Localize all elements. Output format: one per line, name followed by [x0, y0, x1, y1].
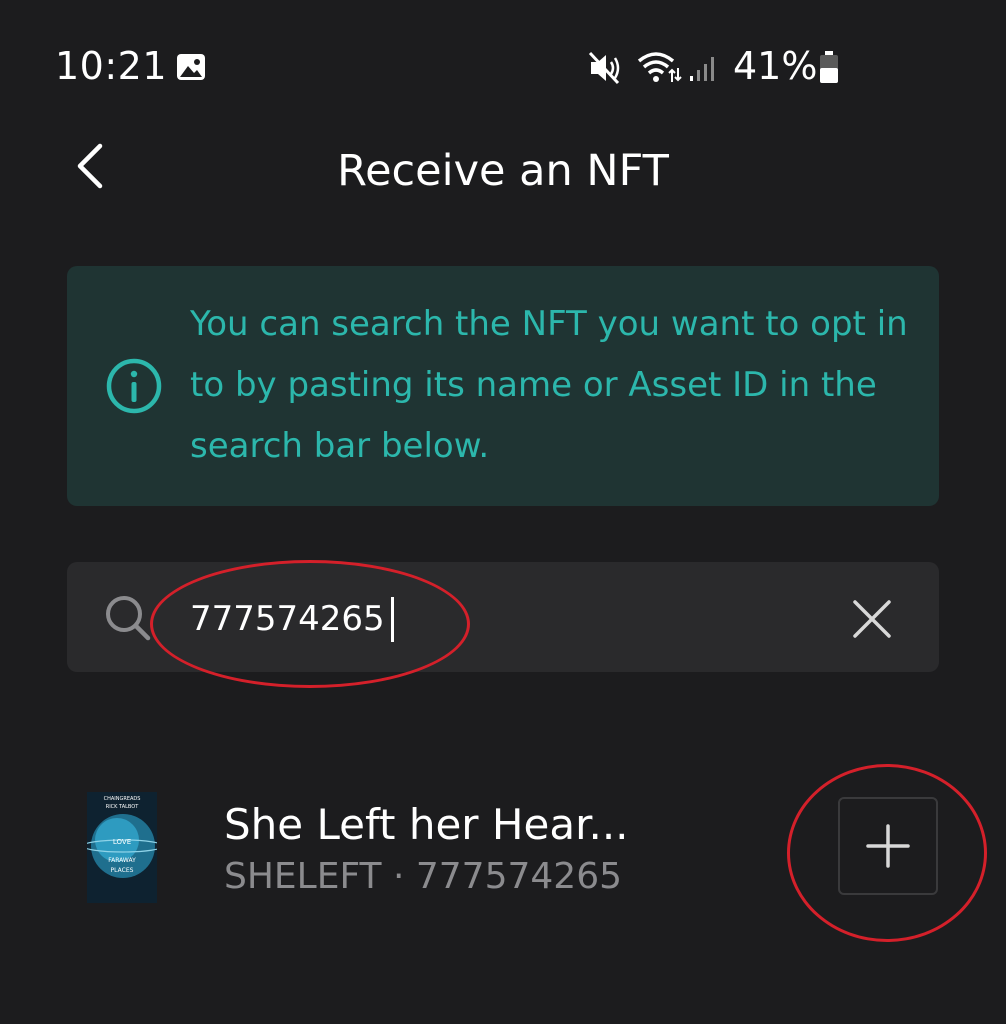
close-icon[interactable] [851, 598, 893, 640]
thumb-line-3: LOVE [113, 838, 131, 846]
thumb-line-4: FARAWAY [108, 857, 136, 864]
mute-icon [588, 51, 620, 85]
thumb-line-1: CHAINGREADS [104, 796, 141, 802]
status-time: 10:21 [55, 44, 168, 88]
gallery-icon [177, 54, 205, 80]
thumb-line-2: RICK TALBOT [106, 804, 139, 810]
nft-name[interactable]: She Left her Hear... [224, 800, 629, 849]
thumb-line-5: PLACES [111, 867, 134, 874]
text-cursor [391, 597, 394, 642]
battery-percentage: 41% [733, 44, 818, 88]
plus-icon[interactable] [865, 823, 911, 869]
page-title: Receive an NFT [337, 146, 669, 196]
battery-icon [820, 51, 838, 83]
info-text: You can search the NFT you want to opt i… [190, 304, 908, 466]
search-input[interactable] [190, 590, 810, 648]
nft-thumbnail[interactable]: CHAINGREADS RICK TALBOT LOVE FARAWAY PLA… [87, 792, 157, 903]
nft-unit-and-id: SHELEFT · 777574265 [224, 856, 623, 897]
wifi-icon [637, 52, 682, 82]
search-icon [106, 596, 151, 641]
signal-icon [690, 57, 714, 81]
book-cover-image: CHAINGREADS RICK TALBOT LOVE FARAWAY PLA… [87, 792, 157, 903]
info-icon [106, 358, 162, 414]
